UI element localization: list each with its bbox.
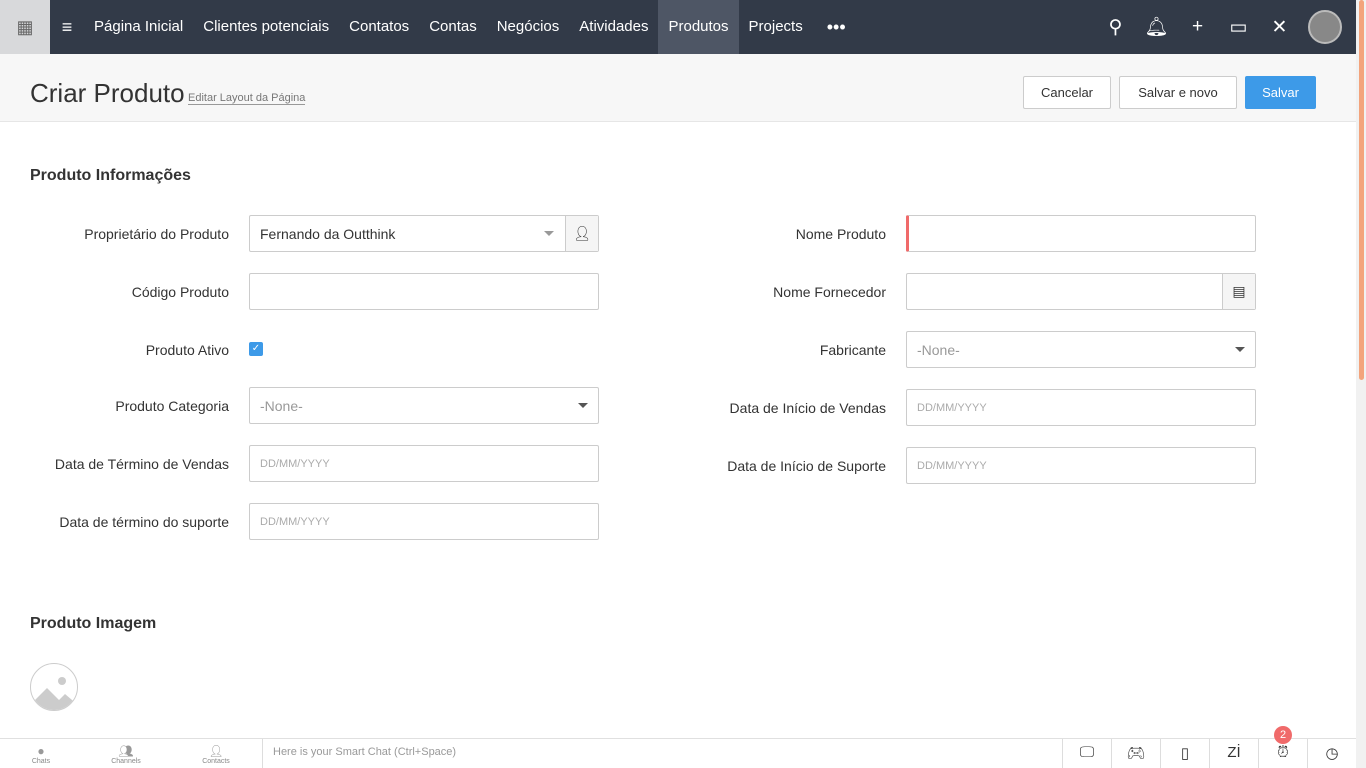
support-end-date-input[interactable]: DD/MM/YYYY bbox=[249, 503, 599, 540]
page-header: Criar Produto Editar Layout da Página Ca… bbox=[0, 54, 1356, 122]
tab-pagina-inicial[interactable]: Página Inicial bbox=[84, 0, 193, 54]
date-placeholder: DD/MM/YYYY bbox=[260, 457, 330, 470]
footer-bar: ● Chats 👥︎ Channels 👤︎ Contacts Here is you… bbox=[0, 726, 1356, 768]
chat-icon: ● bbox=[37, 744, 45, 758]
code-label: Código Produto bbox=[131, 284, 229, 300]
section-title: Produto Imagem bbox=[30, 615, 157, 632]
tools-icon[interactable]: ✕ bbox=[1259, 16, 1300, 39]
tab-projects[interactable]: Projects bbox=[739, 0, 813, 54]
product-name-input[interactable] bbox=[906, 215, 1256, 252]
history-icon[interactable]: ◷ bbox=[1307, 739, 1356, 768]
category-value: -None- bbox=[260, 397, 303, 414]
vendor-label: Nome Fornecedor bbox=[773, 284, 886, 300]
top-nav: ▦ ≡ Página Inicial Clientes potenciais C… bbox=[0, 0, 1356, 54]
calendar-icon[interactable]: ▭ bbox=[1218, 16, 1259, 39]
chevron-down-icon bbox=[578, 403, 588, 413]
tab-contas[interactable]: Contas bbox=[419, 0, 487, 54]
tab-atividades[interactable]: Atividades bbox=[569, 0, 658, 54]
apps-grid-icon[interactable]: ▦ bbox=[0, 0, 50, 54]
channels-icon: 👥︎ bbox=[118, 744, 134, 758]
chevron-down-icon bbox=[544, 231, 554, 241]
sales-end-label: Data de Término de Vendas bbox=[54, 456, 229, 472]
owner-field[interactable]: Fernando da Outthink 👤︎ bbox=[249, 215, 599, 252]
support-start-date-input[interactable]: DD/MM/YYYY bbox=[906, 447, 1256, 484]
date-placeholder: DD/MM/YYYY bbox=[260, 515, 330, 528]
scrollbar[interactable] bbox=[1356, 0, 1366, 768]
plus-icon[interactable]: + bbox=[1177, 16, 1218, 38]
sales-end-date-input[interactable]: DD/MM/YYYY bbox=[249, 445, 599, 482]
manufacturer-select[interactable]: -None- bbox=[906, 331, 1256, 368]
active-checkbox[interactable]: ✓ bbox=[249, 342, 263, 356]
category-select[interactable]: -None- bbox=[249, 387, 599, 424]
vendor-lookup-icon[interactable]: ▤ bbox=[1222, 274, 1255, 309]
tab-contatos[interactable]: Contatos bbox=[339, 0, 419, 54]
cancel-button[interactable]: Cancelar bbox=[1023, 76, 1111, 109]
notification-badge: 2 bbox=[1274, 726, 1292, 744]
more-tabs-button[interactable]: ••• bbox=[813, 17, 860, 38]
tab-negocios[interactable]: Negócios bbox=[487, 0, 570, 54]
menu-icon[interactable]: ≡ bbox=[50, 17, 84, 38]
owner-value: Fernando da Outthink bbox=[260, 225, 396, 242]
save-button[interactable]: Salvar bbox=[1245, 76, 1316, 109]
chevron-down-icon bbox=[1235, 347, 1245, 357]
name-label: Nome Produto bbox=[795, 226, 886, 242]
avatar[interactable] bbox=[1308, 10, 1342, 44]
zia-icon[interactable]: Zİ bbox=[1209, 739, 1258, 768]
manufacturer-value: -None- bbox=[917, 341, 960, 358]
active-label: Produto Ativo bbox=[145, 342, 229, 358]
sales-start-date-input[interactable]: DD/MM/YYYY bbox=[906, 389, 1256, 426]
code-input[interactable] bbox=[249, 273, 599, 310]
gamepad-icon[interactable]: 🎮︎ bbox=[1111, 739, 1160, 768]
sales-start-label: Data de Início de Vendas bbox=[729, 400, 886, 416]
tab-clientes-potenciais[interactable]: Clientes potenciais bbox=[193, 0, 339, 54]
date-placeholder: DD/MM/YYYY bbox=[917, 401, 987, 414]
tab-produtos[interactable]: Produtos bbox=[658, 0, 739, 54]
bell-icon[interactable]: 🔔︎ bbox=[1136, 15, 1177, 39]
user-lookup-icon[interactable]: 👤︎ bbox=[565, 216, 598, 251]
vendor-input[interactable]: ▤ bbox=[906, 273, 1256, 310]
owner-label: Proprietário do Produto bbox=[84, 226, 229, 242]
date-placeholder: DD/MM/YYYY bbox=[917, 459, 987, 472]
screen-share-icon[interactable]: 🖵︎ bbox=[1062, 739, 1111, 768]
image-placeholder-icon[interactable] bbox=[30, 663, 78, 711]
scrollbar-thumb[interactable] bbox=[1359, 0, 1364, 380]
contact-icon: 👤︎ bbox=[208, 744, 224, 758]
manufacturer-label: Fabricante bbox=[819, 342, 886, 358]
search-icon[interactable]: ⚲ bbox=[1095, 16, 1136, 39]
section-title: Produto Informações bbox=[30, 167, 191, 184]
support-end-label: Data de término do suporte bbox=[59, 514, 229, 530]
smart-chat-input[interactable]: Here is your Smart Chat (Ctrl+Space) bbox=[262, 739, 1062, 768]
alarm-icon[interactable]: ⏰︎ 2 bbox=[1258, 726, 1307, 768]
channels-button[interactable]: 👥︎ Channels bbox=[82, 739, 170, 768]
notes-icon[interactable]: ▯ bbox=[1160, 739, 1209, 768]
edit-layout-link[interactable]: Editar Layout da Página bbox=[188, 92, 306, 105]
page-title: Criar Produto bbox=[30, 78, 185, 108]
save-and-new-button[interactable]: Salvar e novo bbox=[1119, 76, 1237, 109]
chats-button[interactable]: ● Chats bbox=[0, 739, 82, 768]
support-start-label: Data de Início de Suporte bbox=[727, 458, 886, 474]
contacts-button[interactable]: 👤︎ Contacts bbox=[170, 739, 262, 768]
category-label: Produto Categoria bbox=[115, 398, 229, 414]
